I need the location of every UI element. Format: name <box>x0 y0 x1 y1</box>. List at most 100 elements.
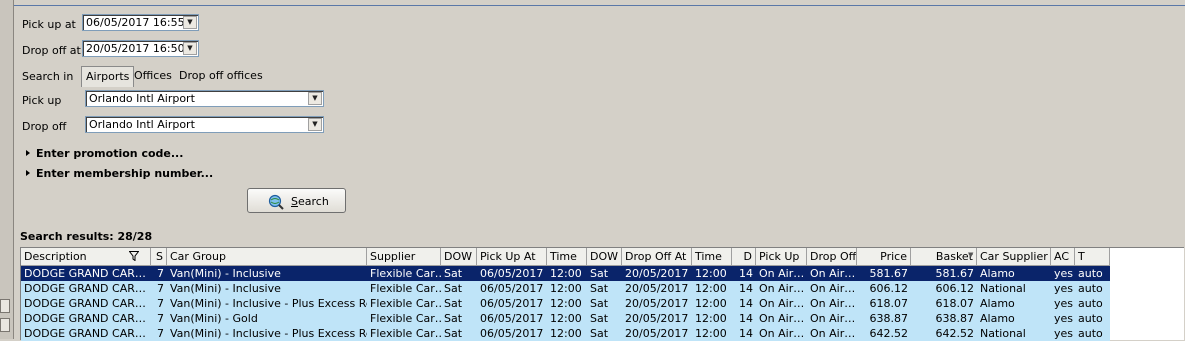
membership-number-expander[interactable]: Enter membership number... <box>26 167 213 180</box>
dropoff-location-select[interactable]: Orlando Intl Airport ▼ <box>85 116 324 133</box>
cell-col-basket: 638.87 <box>935 312 975 325</box>
cell-col-dropoff-location: On Air… <box>810 297 856 310</box>
left-strip-handle[interactable] <box>0 299 10 313</box>
left-strip-handle[interactable] <box>0 318 10 332</box>
cell-col-pickup-date: 06/05/2017 <box>480 297 544 310</box>
cell-col-pickup-time: 12:00 <box>550 267 582 280</box>
header-col-supplier[interactable]: Supplier <box>367 248 441 265</box>
membership-number-label: Enter membership number... <box>36 167 214 180</box>
cell-col-dropoff-date: 20/05/2017 <box>625 282 689 295</box>
cell-col-basket: 581.67 <box>935 267 975 280</box>
cell-col-seats: 7 <box>157 267 164 280</box>
chevron-down-icon[interactable]: ▼ <box>183 42 197 55</box>
table-row[interactable]: DODGE GRAND CAR… 7 Van(Mini) - Inclusive Fl… <box>21 266 1110 281</box>
cell-col-dropoff-time: 12:00 <box>695 267 727 280</box>
table-row[interactable]: DODGE GRAND CAR… 7 Van(Mini) - Gold Flexibl… <box>21 311 1110 326</box>
cell-col-ac: yes <box>1054 282 1074 295</box>
cell-col-seats: 7 <box>157 297 164 310</box>
cell-col-pickup-location: On Air… <box>759 282 805 295</box>
pickup-location-label: Pick up <box>22 94 62 107</box>
cell-col-ac: yes <box>1054 312 1074 325</box>
header-col-dropoff-dow[interactable]: DOW <box>587 248 622 265</box>
cell-col-price: 638.87 <box>869 312 909 325</box>
cell-col-days: 14 <box>739 282 753 295</box>
header-col-price[interactable]: Price <box>857 248 911 265</box>
sort-desc-icon: ▼ <box>968 251 974 259</box>
promotion-code-label: Enter promotion code... <box>36 147 184 160</box>
header-col-transmission[interactable]: T <box>1075 248 1110 265</box>
header-col-car-supplier[interactable]: Car Supplier <box>977 248 1051 265</box>
cell-col-pickup-date: 06/05/2017 <box>480 267 544 280</box>
header-col-dropoff-date[interactable]: Drop Off At <box>622 248 692 265</box>
cell-col-dropoff-location: On Air… <box>810 282 856 295</box>
cell-col-dropoff-time: 12:00 <box>695 297 727 310</box>
header-col-pickup-location[interactable]: Pick Up <box>756 248 807 265</box>
table-row[interactable]: DODGE GRAND CAR… 7 Van(Mini) - Inclusive -… <box>21 296 1110 311</box>
cell-col-dropoff-dow: Sat <box>590 312 609 325</box>
cell-col-car-group: Van(Mini) - Inclusive - Plus Excess Ref… <box>170 297 367 310</box>
cell-col-dropoff-time: 12:00 <box>695 312 727 325</box>
cell-col-description: DODGE GRAND CAR… <box>24 297 146 310</box>
dropoff-datetime-picker[interactable]: 20/05/2017 16:50 ▼ <box>82 40 199 57</box>
cell-col-days: 14 <box>739 297 753 310</box>
cell-col-pickup-dow: Sat <box>444 312 463 325</box>
expand-arrow-icon <box>26 150 30 156</box>
cell-col-pickup-time: 12:00 <box>550 297 582 310</box>
cell-col-pickup-location: On Air… <box>759 312 805 325</box>
dropoff-at-label: Drop off at <box>22 44 81 57</box>
results-grid[interactable]: Description S Car Group Supplier DOW Pick Up … <box>20 247 1184 341</box>
pickup-at-label: Pick up at <box>22 18 76 31</box>
cell-col-pickup-dow: Sat <box>444 267 463 280</box>
chevron-down-icon[interactable]: ▼ <box>308 92 322 105</box>
filter-icon[interactable] <box>129 251 139 261</box>
header-col-days[interactable]: D <box>732 248 756 265</box>
cell-col-pickup-time: 12:00 <box>550 282 582 295</box>
header-col-dropoff-location[interactable]: Drop Off <box>807 248 857 265</box>
header-col-dropoff-time[interactable]: Time <box>692 248 732 265</box>
cell-col-ac: yes <box>1054 267 1074 280</box>
cell-col-price: 581.67 <box>869 267 909 280</box>
cell-col-price: 606.12 <box>869 282 909 295</box>
pickup-location-select[interactable]: Orlando Intl Airport ▼ <box>85 90 324 107</box>
promotion-code-expander[interactable]: Enter promotion code... <box>26 147 183 160</box>
cell-col-days: 14 <box>739 267 753 280</box>
header-col-pickup-date[interactable]: Pick Up At <box>477 248 547 265</box>
search-button[interactable]: Search <box>247 188 346 213</box>
cell-col-car-supplier: Alamo <box>980 312 1015 325</box>
search-button-label: Search <box>291 195 329 208</box>
pickup-datetime-picker[interactable]: 06/05/2017 16:55 ▼ <box>82 14 199 31</box>
header-col-ac[interactable]: AC <box>1051 248 1075 265</box>
table-row[interactable]: DODGE GRAND CAR… 7 Van(Mini) - Inclusive Fl… <box>21 281 1110 296</box>
cell-col-dropoff-dow: Sat <box>590 297 609 310</box>
cell-col-pickup-time: 12:00 <box>550 312 582 325</box>
header-col-pickup-time[interactable]: Time <box>547 248 587 265</box>
search-results-count: Search results: 28/28 <box>20 230 153 243</box>
cell-col-transmission: auto <box>1078 267 1103 280</box>
cell-col-transmission: auto <box>1078 312 1103 325</box>
chevron-down-icon[interactable]: ▼ <box>183 16 197 29</box>
pickup-location-value: Orlando Intl Airport <box>89 92 195 105</box>
cell-col-basket: 618.07 <box>935 297 975 310</box>
cell-col-car-group: Van(Mini) - Gold <box>170 312 258 325</box>
cell-col-dropoff-dow: Sat <box>590 282 609 295</box>
cell-col-pickup-location: On Air… <box>759 267 805 280</box>
header-col-pickup-dow[interactable]: DOW <box>441 248 477 265</box>
tab-airports[interactable]: Airports <box>81 66 135 87</box>
chevron-down-icon[interactable]: ▼ <box>308 118 322 131</box>
cell-col-ac: yes <box>1054 297 1074 310</box>
cell-col-dropoff-location: On Air… <box>810 267 856 280</box>
header-col-seats[interactable]: S <box>151 248 167 265</box>
header-col-car-group[interactable]: Car Group <box>167 248 367 265</box>
cell-col-price: 618.07 <box>869 297 909 310</box>
cell-col-dropoff-dow: Sat <box>590 267 609 280</box>
tab-drop-off-offices[interactable]: Drop off offices <box>175 66 267 86</box>
cell-col-pickup-dow: Sat <box>444 297 463 310</box>
cell-col-car-group: Van(Mini) - Inclusive <box>170 282 281 295</box>
cell-col-pickup-dow: Sat <box>444 282 463 295</box>
tab-offices[interactable]: Offices <box>130 66 176 86</box>
cell-col-car-supplier: Alamo <box>980 297 1015 310</box>
cell-col-transmission: auto <box>1078 282 1103 295</box>
cell-col-description: DODGE GRAND CAR… <box>24 282 146 295</box>
cell-col-days: 14 <box>739 312 753 325</box>
cell-col-pickup-date: 06/05/2017 <box>480 312 544 325</box>
